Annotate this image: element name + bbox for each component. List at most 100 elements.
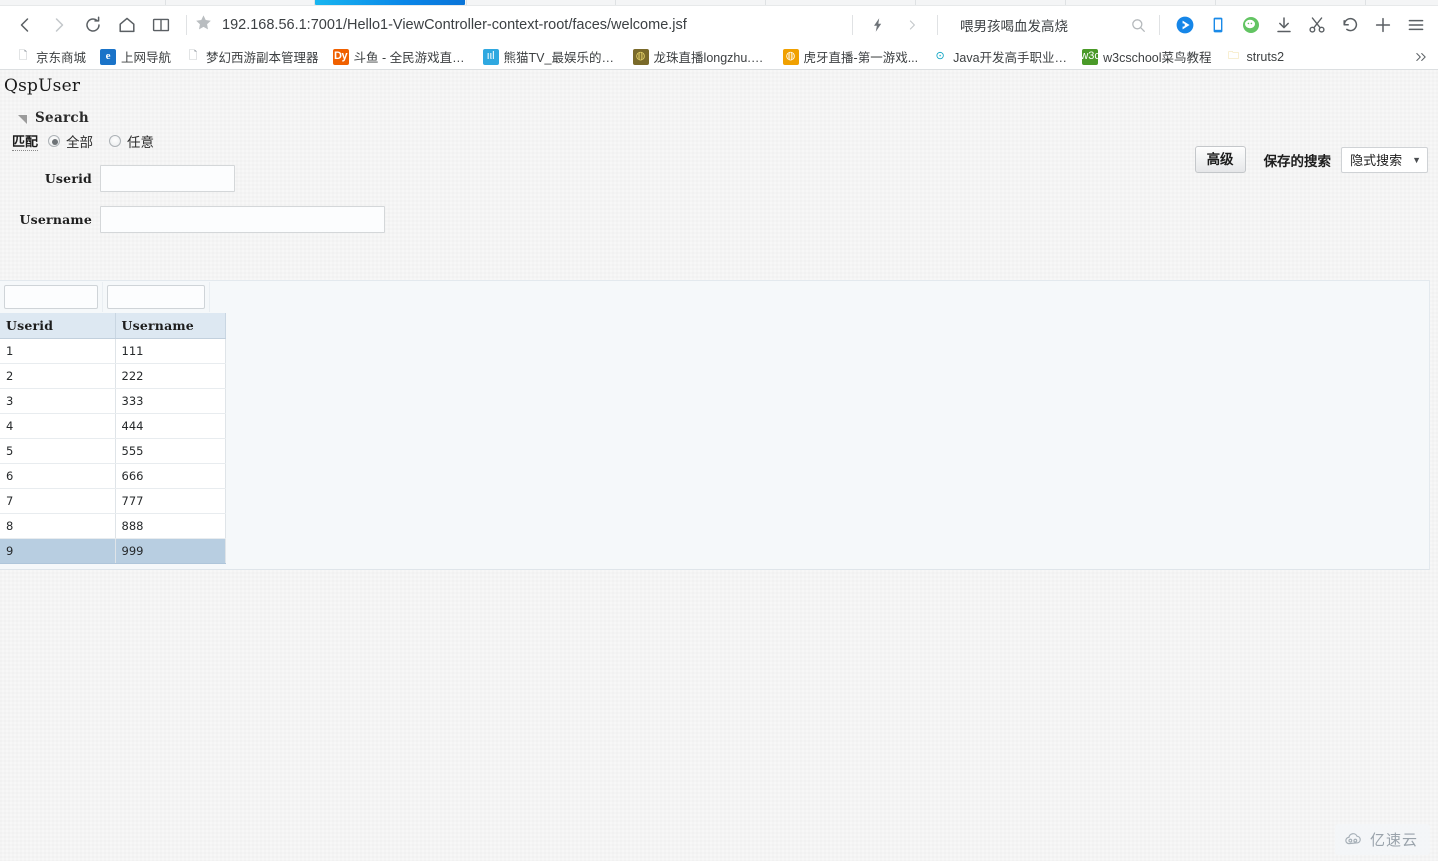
triangle-collapse-icon[interactable]	[18, 114, 27, 124]
undo-icon[interactable]	[1333, 9, 1366, 41]
match-radio-any[interactable]	[109, 135, 122, 147]
results-table: Userid Username 1 111 2 222 3 333 4 444 …	[0, 313, 226, 564]
column-filter-row	[0, 281, 1429, 313]
cell-username: 999	[115, 538, 226, 564]
toolbar-divider	[1159, 15, 1160, 35]
mobile-phone-icon[interactable]	[1201, 9, 1234, 41]
doc-icon: 🗋	[188, 50, 198, 62]
table-row[interactable]: 7 777	[0, 488, 226, 514]
table-row[interactable]: 3 333	[0, 388, 226, 414]
cell-username: 333	[115, 388, 226, 414]
advanced-button[interactable]: 高级	[1194, 146, 1246, 173]
page-loading-bar	[315, 0, 465, 5]
page-title: QspUser	[4, 76, 81, 96]
cell-username: 111	[115, 338, 226, 364]
menu-icon[interactable]	[1399, 9, 1432, 41]
w3cschool-icon: w3c	[1082, 48, 1099, 65]
watermark: 亿速云	[1334, 824, 1430, 855]
toolbar-divider	[186, 15, 187, 35]
filter-cell-userid	[0, 282, 103, 312]
cell-username: 222	[115, 363, 226, 389]
cell-username: 555	[115, 438, 226, 464]
bookmark-item[interactable]: e 上网导航	[93, 46, 178, 68]
panda-tv-icon: ıιl	[482, 48, 499, 65]
username-input[interactable]	[100, 206, 385, 233]
table-row[interactable]: 8 888	[0, 513, 226, 539]
star-icon[interactable]	[195, 14, 212, 36]
huya-icon: ◍	[782, 48, 799, 65]
chevron-down-icon: ▼	[1412, 154, 1421, 165]
bookmark-item[interactable]: ◍ 龙珠直播longzhu.co...	[626, 46, 776, 68]
download-icon[interactable]	[1267, 9, 1300, 41]
cell-username: 444	[115, 413, 226, 439]
table-header-row: Userid Username	[0, 313, 226, 339]
cell-userid: 5	[0, 438, 116, 464]
browser-window: 192.168.56.1:7001/Hello1-ViewController-…	[0, 0, 1438, 861]
cell-username: 888	[115, 513, 226, 539]
table-row[interactable]: 4 444	[0, 413, 226, 439]
chevron-right-icon[interactable]	[895, 9, 929, 41]
filter-input-username[interactable]	[107, 285, 205, 309]
bookmark-item[interactable]: w3c w3cschool菜鸟教程	[1075, 46, 1218, 68]
toolbar-action-icons	[1168, 9, 1432, 41]
url-bar[interactable]: 192.168.56.1:7001/Hello1-ViewController-…	[195, 10, 844, 40]
video-play-icon[interactable]	[1168, 9, 1201, 41]
userid-input[interactable]	[100, 165, 235, 192]
douyu-icon: Dy	[332, 48, 349, 65]
bookmark-item[interactable]: ⊙ Java开发高手职业学...	[925, 46, 1075, 68]
table-row[interactable]: 6 666	[0, 463, 226, 489]
match-radio-all[interactable]	[48, 135, 61, 147]
cell-userid: 4	[0, 413, 116, 439]
bookmark-item[interactable]: 🗋 梦幻西游副本管理器	[178, 46, 326, 68]
bookmark-item[interactable]: Dy 斗鱼 - 全民游戏直播...	[326, 46, 476, 68]
table-row-selected[interactable]: 9 999	[0, 538, 226, 564]
wechat-icon[interactable]	[1234, 9, 1267, 41]
bookmarks-bar: 🗋 京东商城 e 上网导航 🗋 梦幻西游副本管理器 Dy 斗鱼 - 全民游戏直播…	[0, 44, 1438, 70]
match-radio-all-label: 全部	[66, 135, 94, 150]
forward-button[interactable]	[42, 9, 76, 41]
play-circle-icon: ⊙	[935, 50, 945, 62]
navigation-toolbar: 192.168.56.1:7001/Hello1-ViewController-…	[0, 6, 1438, 44]
search-icon[interactable]	[1125, 9, 1151, 41]
results-table-area: Userid Username 1 111 2 222 3 333 4 444 …	[0, 280, 1430, 570]
bookmark-item[interactable]: 🗀 struts2	[1219, 46, 1292, 68]
search-box[interactable]: 喂男孩喝血发高烧	[950, 10, 1151, 40]
search-panel: Search 匹配 全部 任意 Userid Username 高级 保存的搜索	[0, 110, 1438, 314]
book-reader-icon[interactable]	[144, 9, 178, 41]
bookmark-label: 斗鱼 - 全民游戏直播...	[353, 51, 469, 65]
cell-userid: 6	[0, 463, 116, 489]
cell-userid: 7	[0, 488, 116, 514]
url-text: 192.168.56.1:7001/Hello1-ViewController-…	[222, 17, 687, 33]
cell-username: 666	[115, 463, 226, 489]
bookmark-item[interactable]: ◍ 虎牙直播-第一游戏...	[776, 46, 926, 68]
table-row[interactable]: 5 555	[0, 438, 226, 464]
bookmark-item[interactable]: 🗋 京东商城	[8, 46, 93, 68]
back-button[interactable]	[8, 9, 42, 41]
home-button[interactable]	[110, 9, 144, 41]
table-row[interactable]: 1 111	[0, 338, 226, 364]
filter-input-userid[interactable]	[4, 285, 98, 309]
bookmark-label: Java开发高手职业学...	[953, 51, 1069, 65]
table-row[interactable]: 2 222	[0, 363, 226, 389]
search-panel-header[interactable]: Search	[0, 110, 1438, 126]
bookmark-item[interactable]: ıιl 熊猫TV_最娱乐的直...	[476, 46, 626, 68]
bookmarks-overflow-button[interactable]	[1410, 46, 1432, 68]
username-label: Username	[19, 212, 92, 227]
saved-search-select[interactable]: 隐式搜索 ▼	[1341, 146, 1428, 173]
cell-username: 777	[115, 488, 226, 514]
bookmark-label: 熊猫TV_最娱乐的直...	[503, 51, 619, 65]
cell-userid: 2	[0, 363, 116, 389]
search-input[interactable]: 喂男孩喝血发高烧	[950, 15, 1125, 35]
page-content: QspUser Search 匹配 全部 任意 Userid Username	[0, 70, 1438, 861]
column-header-userid[interactable]: Userid	[0, 313, 116, 339]
reload-button[interactable]	[76, 9, 110, 41]
column-header-username[interactable]: Username	[115, 313, 226, 339]
add-tab-button[interactable]	[1366, 9, 1399, 41]
bookmark-label: 虎牙直播-第一游戏...	[803, 51, 919, 65]
watermark-text: 亿速云	[1369, 831, 1418, 849]
lightning-icon[interactable]	[861, 9, 895, 41]
cloud-icon	[1343, 832, 1365, 847]
scissors-icon[interactable]	[1300, 9, 1333, 41]
ie-browser-icon: e	[100, 48, 117, 65]
match-radio-any-label: 任意	[127, 135, 155, 150]
